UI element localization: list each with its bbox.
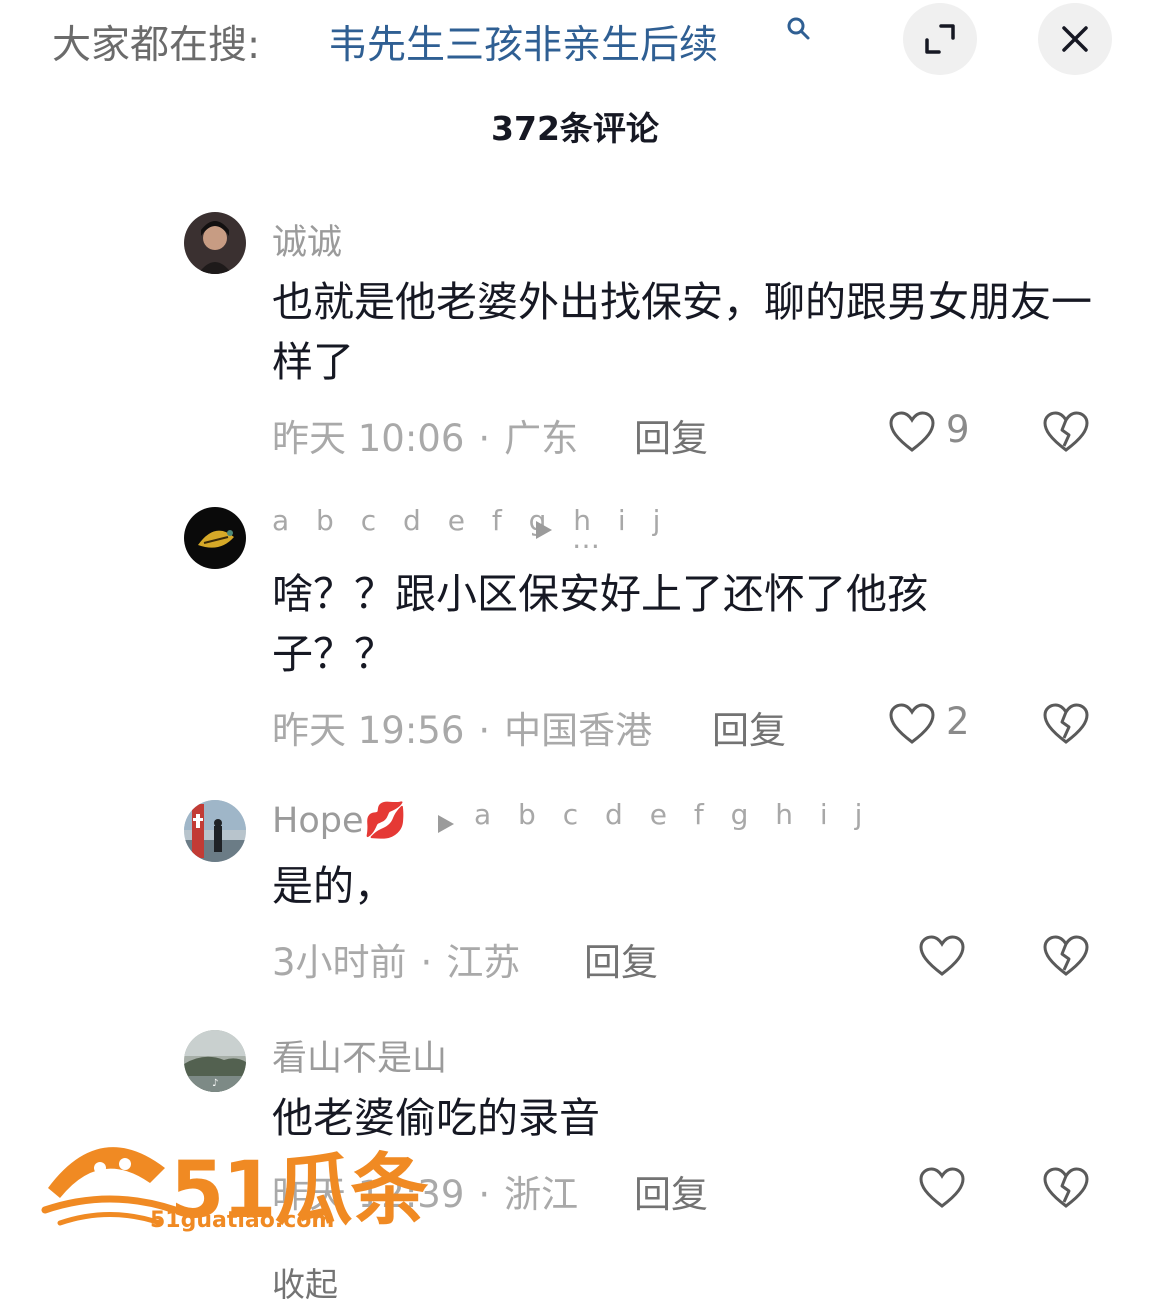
comment-meta: 昨天 10:06 · 广东 bbox=[272, 417, 579, 460]
broken-heart-icon[interactable] bbox=[1042, 702, 1090, 746]
search-prefix: 大家都在搜: bbox=[52, 23, 261, 68]
comment-time: 昨天 10:06 bbox=[272, 417, 465, 460]
top-bar: 大家都在搜: 韦先生三孩非亲生后续 bbox=[0, 0, 1150, 80]
comment-time: 3小时前 bbox=[272, 941, 407, 984]
more-indicator: … bbox=[572, 522, 606, 555]
avatar[interactable] bbox=[184, 212, 246, 274]
nickname[interactable]: 诚诚 bbox=[272, 214, 342, 265]
close-button[interactable] bbox=[1038, 3, 1112, 75]
reply-button[interactable]: 回复 bbox=[634, 408, 708, 462]
comment-count: 372条评论 bbox=[491, 109, 659, 148]
expand-button[interactable] bbox=[903, 3, 977, 75]
reply-target[interactable]: a b c d e f g h i j bbox=[474, 798, 871, 831]
watermark-url: 51guatiao.com bbox=[150, 1208, 335, 1233]
avatar[interactable] bbox=[184, 507, 246, 569]
svg-text:♪: ♪ bbox=[212, 1078, 218, 1089]
nickname[interactable]: Hope💋 bbox=[272, 800, 407, 841]
play-arrow-icon bbox=[536, 521, 552, 539]
comment-location: 浙江 bbox=[504, 1173, 579, 1216]
comment-text: 也就是他老婆外出找保安，聊的跟男女朋友一样了 bbox=[272, 278, 1092, 386]
collapse-label: 收起 bbox=[272, 1265, 338, 1304]
heart-icon[interactable] bbox=[918, 934, 966, 978]
avatar[interactable] bbox=[184, 800, 246, 862]
search-icon[interactable] bbox=[786, 16, 812, 42]
broken-heart-icon[interactable] bbox=[1042, 1166, 1090, 1210]
collapse-button[interactable]: 收起 bbox=[272, 1258, 338, 1306]
comment-location: 江苏 bbox=[446, 941, 521, 984]
play-arrow-icon bbox=[438, 815, 454, 833]
comment-text: 啥？？跟小区保安好上了还怀了他孩子？？ bbox=[272, 570, 928, 678]
nickname[interactable]: 看山不是山 bbox=[272, 1030, 447, 1081]
comment-time: 昨天 19:56 bbox=[272, 709, 465, 752]
reply-button[interactable]: 回复 bbox=[584, 932, 658, 986]
comment-location: 中国香港 bbox=[504, 709, 653, 752]
heart-icon[interactable] bbox=[918, 1166, 966, 1210]
broken-heart-icon[interactable] bbox=[1042, 410, 1090, 454]
search-suggestion-link[interactable]: 韦先生三孩非亲生后续 bbox=[328, 14, 718, 70]
comment-meta: 3小时前 · 江苏 bbox=[272, 941, 521, 984]
broken-heart-icon[interactable] bbox=[1042, 934, 1090, 978]
comment-meta: 昨天 19:56 · 中国香港 bbox=[272, 709, 653, 752]
heart-icon[interactable] bbox=[888, 702, 936, 746]
heart-icon[interactable] bbox=[888, 410, 936, 454]
nickname[interactable]: a b c d e f g h i j bbox=[272, 504, 669, 537]
avatar[interactable]: ♪ bbox=[184, 1030, 246, 1092]
comment-text: 是的， bbox=[272, 862, 395, 910]
reply-button[interactable]: 回复 bbox=[712, 700, 786, 754]
reply-button[interactable]: 回复 bbox=[634, 1164, 708, 1218]
comment-location: 广东 bbox=[504, 417, 579, 460]
like-count: 2 bbox=[946, 700, 970, 743]
like-count: 9 bbox=[946, 408, 970, 451]
